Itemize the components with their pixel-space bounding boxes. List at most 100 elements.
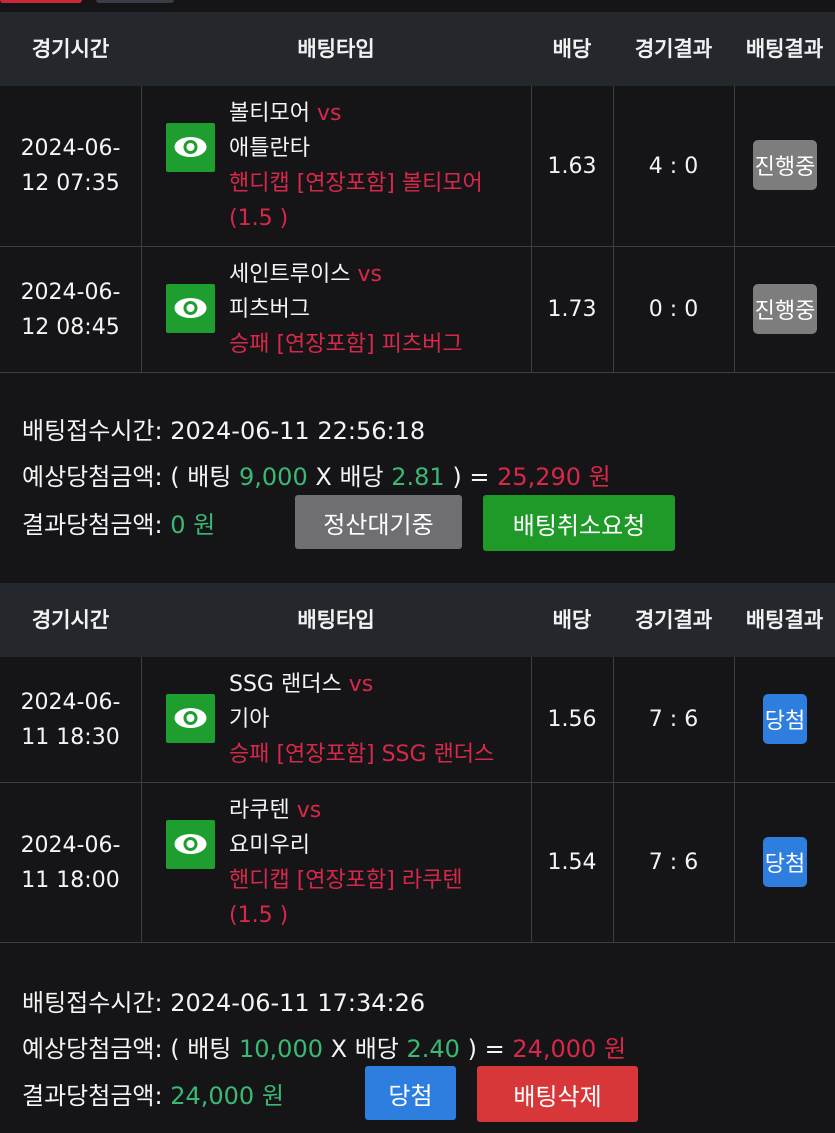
- equals-label: ) =: [467, 1035, 505, 1063]
- match-time: 2024-06- 11 18:00: [0, 783, 141, 942]
- odds-value: 1.56: [547, 707, 597, 732]
- eye-icon: [174, 834, 207, 854]
- bet-pick: 핸디캡 [연장포함] 라쿠텐: [229, 868, 463, 893]
- received-label: 배팅접수시간:: [22, 989, 163, 1017]
- view-button[interactable]: [166, 820, 215, 869]
- pending-settlement-button[interactable]: 정산대기중: [295, 495, 462, 549]
- score-value: 4 : 0: [648, 153, 699, 179]
- away-team: 애틀란타: [229, 136, 310, 161]
- header-bet-type: 배팅타입: [297, 608, 375, 632]
- bet-info: 라쿠텐 vs 요미우리 핸디캡 [연장포함] 라쿠텐 (1.5 ): [229, 793, 463, 933]
- multiply-label: X 배당: [315, 463, 384, 491]
- bet-pick: 핸디캡 [연장포함] 볼티모어: [229, 171, 483, 196]
- match-time: 2024-06- 12 08:45: [0, 247, 141, 372]
- expected-stake-label: ( 배팅: [170, 463, 232, 491]
- away-team: 피츠버그: [229, 297, 310, 322]
- bet-pick-handicap: (1.5 ): [229, 206, 289, 231]
- header-bet-result: 배팅결과: [745, 37, 824, 61]
- header-time: 경기시간: [31, 608, 110, 632]
- result-label: 결과당첨금액:: [22, 511, 163, 539]
- match-date: 2024-06-: [20, 689, 121, 715]
- table-row: 2024-06- 12 08:45 세인트루이스 vs 피츠버그 승패 [연장포…: [0, 247, 835, 373]
- bet-pick: 승패 [연장포함] SSG 랜더스: [229, 742, 495, 767]
- table-row: 2024-06- 11 18:00 라쿠텐 vs 요미우리 핸디캡 [연장포함]…: [0, 783, 835, 943]
- match-date: 2024-06-: [20, 279, 121, 305]
- match-clock: 12 07:35: [21, 171, 120, 196]
- expected-stake-label: ( 배팅: [170, 1035, 232, 1063]
- odds-value: 1.73: [547, 297, 597, 322]
- total-odds: 2.40: [406, 1035, 460, 1063]
- status-badge: 당첨: [763, 694, 807, 744]
- stake-amount: 10,000: [239, 1035, 323, 1063]
- header-odds: 배당: [552, 608, 592, 632]
- table-row: 2024-06- 11 18:30 SSG 랜더스 vs 기아 승패 [연장포함…: [0, 657, 835, 783]
- bet-info: 세인트루이스 vs 피츠버그 승패 [연장포함] 피츠버그: [229, 257, 463, 362]
- match-clock: 11 18:30: [21, 724, 120, 750]
- top-tab-strip: [0, 0, 835, 12]
- expected-win-line: 예상당첨금액: ( 배팅 9,000 X 배당 2.81 ) = 25,290 …: [22, 457, 611, 492]
- bet-pick: 승패 [연장포함] 피츠버그: [229, 332, 463, 357]
- home-team: 라쿠텐: [229, 798, 290, 823]
- table-header: 경기시간 배팅타입 배당 경기결과 배팅결과: [0, 583, 835, 657]
- odds-value: 1.63: [547, 153, 597, 179]
- expected-amount: 24,000 원: [512, 1035, 627, 1063]
- header-game-result: 경기결과: [634, 37, 713, 61]
- delete-bet-button[interactable]: 배팅삭제: [477, 1066, 638, 1122]
- received-time: 2024-06-11 22:56:18: [170, 417, 426, 445]
- status-badge: 진행중: [753, 284, 817, 334]
- home-team: SSG 랜더스: [229, 672, 342, 697]
- top-tab-active[interactable]: [0, 0, 82, 3]
- expected-label: 예상당첨금액:: [22, 1035, 163, 1063]
- eye-icon: [174, 708, 207, 728]
- home-team: 볼티모어: [229, 101, 310, 126]
- view-button[interactable]: [166, 694, 215, 743]
- table-header: 경기시간 배팅타입 배당 경기결과 배팅결과: [0, 12, 835, 86]
- result-amount: 0 원: [170, 511, 216, 539]
- result-amount: 24,000 원: [170, 1082, 284, 1110]
- top-tab-inactive[interactable]: [96, 0, 174, 3]
- score-value: 7 : 6: [648, 850, 699, 875]
- eye-icon: [174, 137, 207, 157]
- header-bet-type: 배팅타입: [297, 37, 375, 61]
- expected-win-line: 예상당첨금액: ( 배팅 10,000 X 배당 2.40 ) = 24,000…: [22, 1029, 626, 1064]
- away-team: 기아: [229, 707, 270, 732]
- vs-label: vs: [357, 262, 382, 287]
- bet-info: 볼티모어 vs 애틀란타 핸디캡 [연장포함] 볼티모어 (1.5 ): [229, 96, 483, 236]
- received-time-line: 배팅접수시간: 2024-06-11 17:34:26: [22, 983, 425, 1018]
- received-label: 배팅접수시간:: [22, 417, 163, 445]
- bet-info: SSG 랜더스 vs 기아 승패 [연장포함] SSG 랜더스: [229, 667, 494, 772]
- received-time: 2024-06-11 17:34:26: [170, 989, 426, 1017]
- bet-pick-handicap: (1.5 ): [229, 903, 289, 928]
- expected-label: 예상당첨금액:: [22, 463, 163, 491]
- match-time: 2024-06- 12 07:35: [0, 86, 141, 246]
- result-label: 결과당첨금액:: [22, 1082, 163, 1110]
- header-bet-result: 배팅결과: [745, 608, 824, 632]
- header-game-result: 경기결과: [634, 608, 713, 632]
- stake-amount: 9,000: [239, 463, 308, 491]
- table-row: 2024-06- 12 07:35 볼티모어 vs 애틀란타 핸디캡 [연장포함…: [0, 86, 835, 247]
- odds-value: 1.54: [547, 850, 597, 875]
- score-value: 7 : 6: [648, 707, 699, 732]
- match-clock: 11 18:00: [21, 867, 120, 893]
- view-button[interactable]: [166, 123, 215, 172]
- eye-icon: [174, 298, 207, 318]
- score-value: 0 : 0: [648, 297, 699, 322]
- equals-label: ) =: [452, 463, 490, 491]
- won-button[interactable]: 당첨: [365, 1066, 456, 1120]
- expected-amount: 25,290 원: [497, 463, 611, 491]
- cancel-bet-button[interactable]: 배팅취소요청: [483, 495, 675, 551]
- total-odds: 2.81: [391, 463, 445, 491]
- vs-label: vs: [316, 101, 342, 126]
- view-button[interactable]: [166, 284, 215, 333]
- match-clock: 12 08:45: [21, 314, 120, 340]
- away-team: 요미우리: [229, 833, 310, 858]
- home-team: 세인트루이스: [229, 262, 351, 287]
- vs-label: vs: [348, 672, 374, 697]
- status-badge: 진행중: [753, 140, 817, 190]
- status-badge: 당첨: [763, 837, 807, 887]
- header-odds: 배당: [552, 37, 592, 61]
- vs-label: vs: [296, 798, 322, 823]
- match-date: 2024-06-: [20, 832, 121, 858]
- multiply-label: X 배당: [330, 1035, 399, 1063]
- result-win-line: 결과당첨금액: 24,000 원: [22, 1076, 284, 1111]
